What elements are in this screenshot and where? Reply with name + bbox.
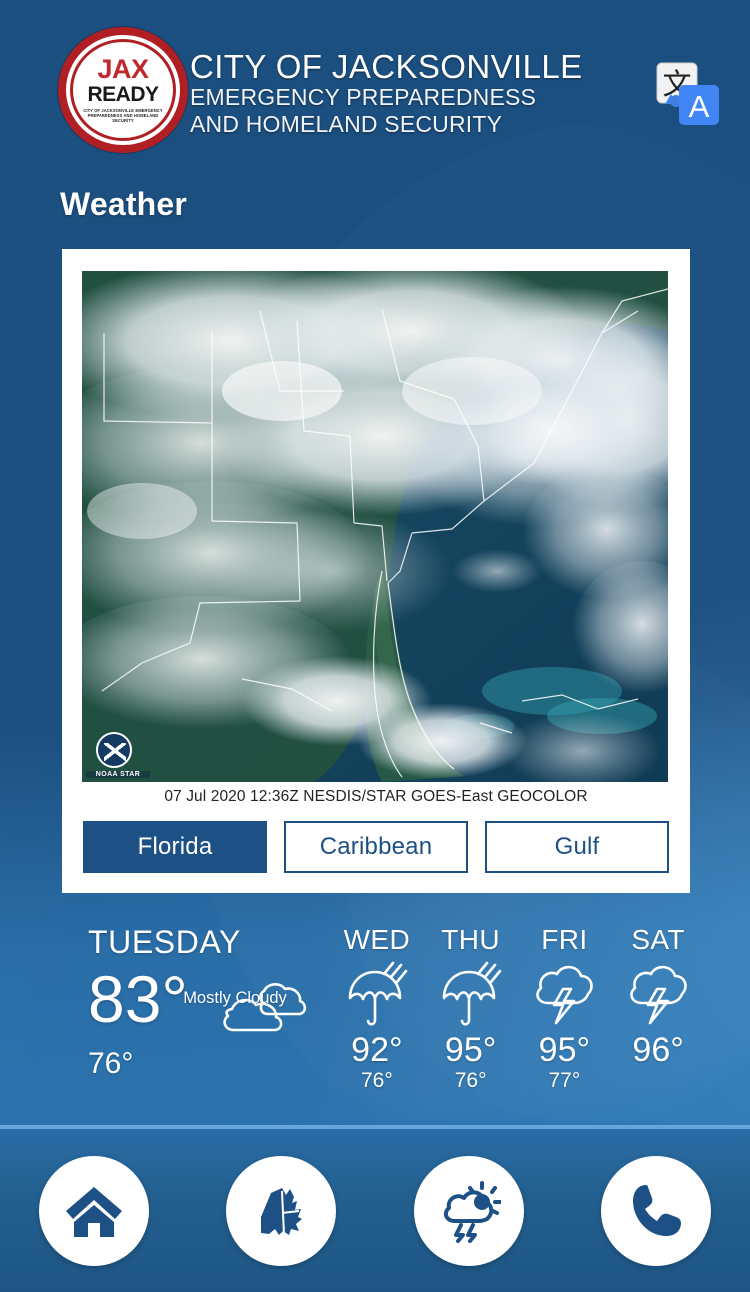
seal-center: JAX READY CITY OF JACKSONVILLE EMERGENCY…	[83, 56, 162, 123]
satellite-card: NOAA STAR 07 Jul 2020 12:36Z NESDIS/STAR…	[62, 249, 690, 893]
day-low-temp: 77°	[548, 1069, 581, 1092]
duval-county-map-icon[interactable]	[226, 1155, 337, 1266]
region-button-caribbean[interactable]: Caribbean	[284, 821, 468, 873]
noaa-logo-icon: NOAA STAR	[86, 732, 150, 778]
day-low-temp: 76°	[360, 1069, 393, 1092]
home-icon[interactable]	[38, 1155, 149, 1266]
region-button-gulf[interactable]: Gulf	[485, 821, 669, 873]
today-condition: Mostly Cloudy	[183, 989, 287, 1007]
org-subtitle-line1: EMERGENCY PREPAREDNESS	[190, 84, 537, 110]
seal-jax-text: JAX	[97, 54, 149, 85]
day-name: FRI	[541, 924, 588, 955]
org-title: CITY OF JACKSONVILLE	[190, 48, 583, 85]
seal-ready-text: READY	[87, 82, 160, 106]
forecast-day-fri[interactable]: FRI 95° 77°	[518, 923, 612, 1093]
forecast-day-wed[interactable]: WED 92° 76°	[330, 923, 424, 1093]
header-text-block: CITY OF JACKSONVILLE EMERGENCY PREPAREDN…	[190, 50, 583, 138]
forecast-day-thu[interactable]: THU 95° 76°	[424, 923, 518, 1093]
region-button-florida[interactable]: Florida	[83, 821, 267, 873]
day-high-temp: 95°	[444, 1031, 497, 1069]
site-header: PREPAREDNESS PREVENTION RESPONSE MITIGAT…	[0, 0, 750, 166]
today-low-temp: 76°	[88, 1047, 134, 1080]
nav-weather[interactable]	[375, 1155, 563, 1266]
satellite-image[interactable]: NOAA STAR	[82, 271, 668, 782]
bottom-navigation-bar	[0, 1125, 750, 1292]
org-subtitle-line2: AND HOMELAND SECURITY	[190, 111, 503, 137]
google-translate-icon[interactable]: 文 A	[654, 60, 722, 128]
day-name: THU	[441, 924, 500, 955]
nav-home[interactable]	[0, 1155, 188, 1266]
weather-storm-icon[interactable]	[413, 1155, 524, 1266]
region-button-row: Florida Caribbean Gulf	[83, 821, 669, 873]
page-title: Weather	[60, 186, 188, 222]
day-name: SAT	[631, 924, 685, 955]
nav-phone[interactable]	[563, 1155, 750, 1266]
phone-icon[interactable]	[601, 1155, 712, 1266]
day-low-temp: 76°	[454, 1069, 487, 1092]
today-high-temp: 83°	[88, 962, 188, 1036]
seal-subtext: CITY OF JACKSONVILLE EMERGENCY PREPAREDN…	[83, 107, 163, 123]
thunderstorm-icon	[611, 959, 705, 1031]
jax-ready-logo[interactable]: PREPAREDNESS PREVENTION RESPONSE MITIGAT…	[58, 27, 188, 153]
app-root: PREPAREDNESS PREVENTION RESPONSE MITIGAT…	[0, 0, 750, 1292]
seal-inner-ring: JAX READY CITY OF JACKSONVILLE EMERGENCY…	[70, 39, 176, 141]
forecast-day-sat[interactable]: SAT 96°	[611, 923, 705, 1093]
svg-text:A: A	[689, 89, 710, 124]
forecast-today: TUESDAY 83° 76° Mostly Cloudy	[88, 923, 328, 1081]
day-high-temp: 95°	[538, 1031, 591, 1069]
forecast-days: WED 92° 76° THU 95° 76° FRI 95° 77° SAT …	[330, 923, 705, 1093]
umbrella-rain-icon	[330, 959, 424, 1031]
day-high-temp: 92°	[351, 1031, 403, 1069]
thunderstorm-icon	[518, 959, 612, 1031]
today-day-name: TUESDAY	[88, 924, 241, 960]
nav-map[interactable]	[188, 1155, 376, 1266]
satellite-caption: 07 Jul 2020 12:36Z NESDIS/STAR GOES-East…	[164, 788, 588, 805]
noaa-watermark-text: NOAA STAR	[86, 771, 150, 778]
forecast-section: TUESDAY 83° 76° Mostly Cloudy WED 92° 76…	[0, 905, 750, 1123]
umbrella-rain-icon	[424, 959, 518, 1031]
day-name: WED	[343, 924, 411, 955]
day-high-temp: 96°	[632, 1031, 684, 1069]
